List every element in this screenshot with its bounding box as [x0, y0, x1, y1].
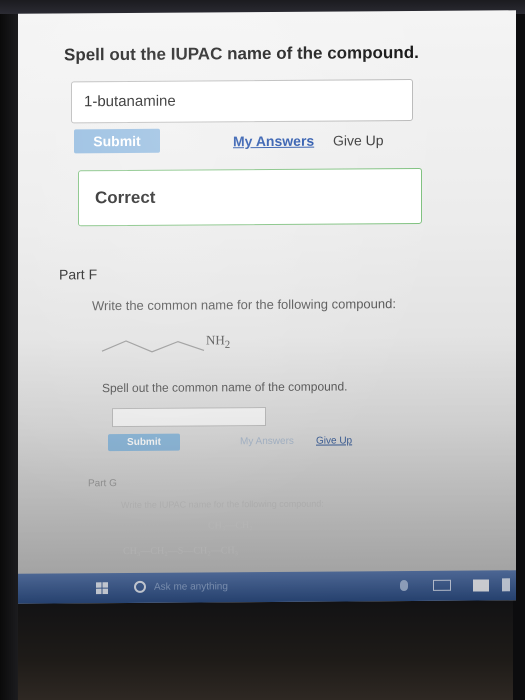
amine-group-text: NH [206, 332, 225, 348]
part-f-answer-field[interactable] [112, 407, 266, 428]
taskbar-search-input[interactable]: Ask me anything [154, 581, 228, 593]
submit-button[interactable]: Submit [74, 128, 160, 154]
part-f-spell-prompt: Spell out the common name of the compoun… [102, 379, 348, 396]
butylamine-skeletal-structure [101, 340, 205, 353]
amine-group-label: NH2 [206, 332, 230, 351]
task-view-icon[interactable] [433, 579, 451, 591]
feedback-box: Correct [78, 167, 422, 227]
question-title: Spell out the IUPAC name of the compound… [64, 42, 419, 65]
laptop-screen: Spell out the IUPAC name of the compound… [18, 10, 516, 604]
windows-taskbar: Ask me anything [18, 570, 516, 604]
part-f-instruction: Write the common name for the following … [92, 296, 396, 314]
store-icon[interactable] [502, 578, 510, 592]
desk-surface [0, 600, 525, 700]
laptop-bezel-left [0, 0, 18, 700]
answer-field[interactable]: 1-butanamine [71, 78, 413, 124]
part-g-structure-top: CH₃—CH₂ [208, 520, 253, 532]
part-f-give-up-link[interactable]: Give Up [316, 435, 352, 446]
amine-group-subscript: 2 [224, 338, 231, 351]
part-f-submit-button[interactable]: Submit [108, 433, 180, 452]
part-g-heading[interactable]: Part G [88, 478, 117, 489]
give-up-link[interactable]: Give Up [333, 132, 384, 148]
part-g-structure-main: CH₃—CH₂—S—CH₂—CH₃ [123, 545, 239, 558]
feedback-correct-text: Correct [95, 187, 156, 208]
windows-start-icon[interactable] [96, 582, 108, 595]
my-answers-link[interactable]: My Answers [233, 133, 314, 150]
file-explorer-icon[interactable] [473, 579, 489, 592]
part-f-heading[interactable]: Part F [59, 266, 97, 282]
part-f-my-answers-link[interactable]: My Answers [240, 436, 294, 447]
part-g-instruction: Write the IUPAC name for the following c… [121, 498, 324, 511]
microphone-icon[interactable] [400, 580, 408, 592]
cortana-icon[interactable] [134, 580, 146, 593]
